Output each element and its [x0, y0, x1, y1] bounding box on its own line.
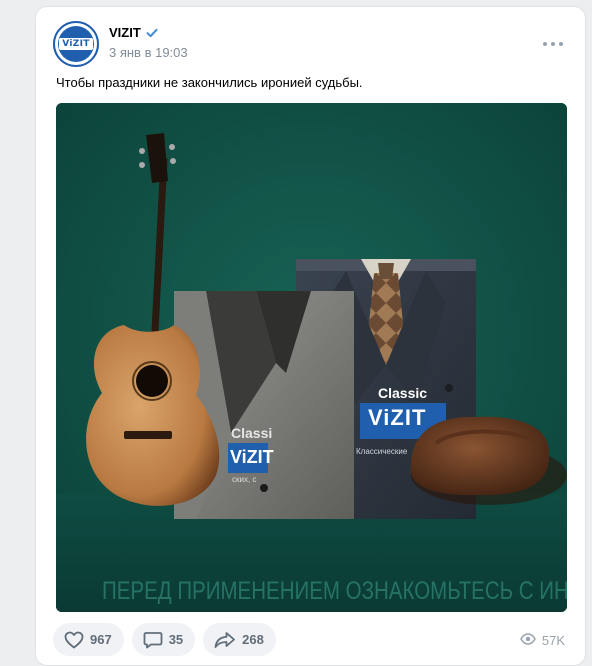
- comment-count: 35: [168, 632, 184, 647]
- pack-brand-text: Classic: [378, 385, 428, 401]
- verified-check-icon: [146, 27, 158, 39]
- pack-front-small: ских, с: [232, 475, 257, 484]
- more-dots-icon: [543, 42, 547, 46]
- pack-logo-text: ViZIT: [368, 405, 427, 430]
- more-dot: [559, 42, 563, 46]
- views-count: 57K: [541, 633, 565, 648]
- post-image[interactable]: Classic ViZIT Классические Classi ViZIT …: [56, 103, 567, 612]
- like-count: 967: [90, 632, 112, 647]
- post-date[interactable]: 3 янв в 19:03: [109, 45, 188, 60]
- product-photo: [56, 103, 567, 612]
- avatar-circle: ViZIT: [58, 26, 94, 62]
- repost-count: 268: [242, 632, 264, 647]
- repost-button[interactable]: 268: [203, 623, 276, 656]
- share-arrow-icon: [214, 631, 236, 649]
- pack-front-logo: ViZIT: [230, 447, 274, 467]
- comment-button[interactable]: 35: [131, 623, 196, 656]
- views-counter: 57K: [519, 633, 565, 648]
- comment-icon: [143, 631, 163, 649]
- pack-small-text: Классические: [356, 447, 408, 456]
- post-card: ViZIT VIZIT 3 янв в 19:03 Чтобы праздник…: [35, 6, 586, 666]
- post-text: Чтобы праздники не закончились иронией с…: [56, 75, 363, 90]
- author-avatar[interactable]: ViZIT: [53, 21, 99, 67]
- image-caption: ПЕРЕД ПРИМЕНЕНИЕМ ОЗНАКОМЬТЕСЬ С ИНСТРУК…: [101, 577, 567, 605]
- avatar-logo: ViZIT: [59, 38, 93, 50]
- more-dot: [551, 42, 555, 46]
- pack-front-text: Classi: [231, 425, 273, 441]
- author-name: VIZIT: [109, 25, 141, 40]
- more-options-button[interactable]: [543, 37, 563, 51]
- post-actions: 967 35 268: [53, 623, 276, 656]
- like-button[interactable]: 967: [53, 623, 124, 656]
- author-name-link[interactable]: VIZIT: [109, 25, 158, 40]
- heart-icon: [64, 631, 84, 649]
- eye-icon: [519, 633, 536, 648]
